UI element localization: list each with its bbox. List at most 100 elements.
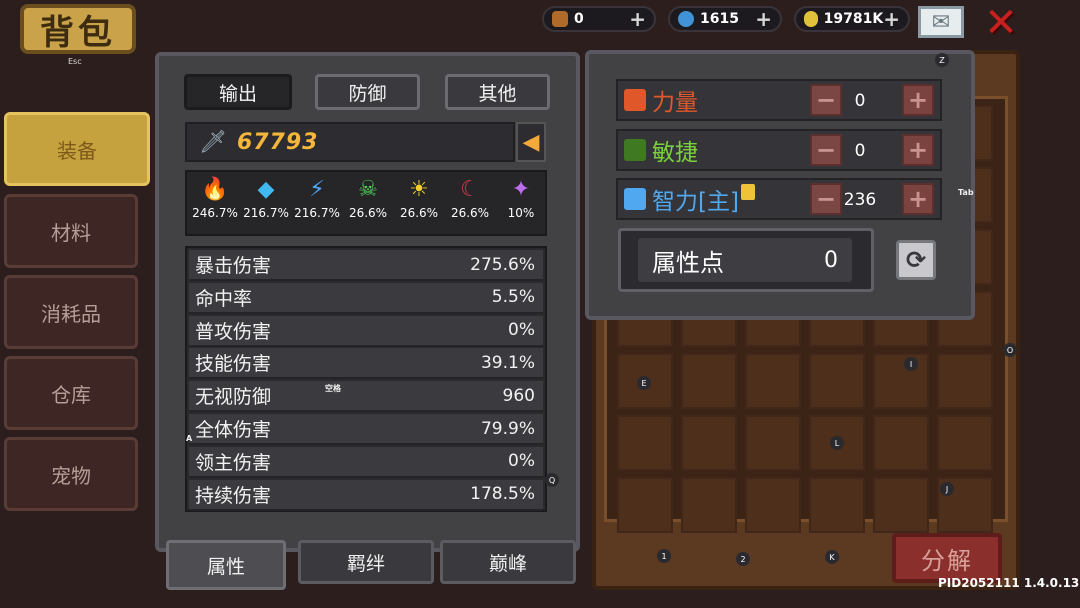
poison-icon: ☠ [358,177,378,202]
alloc-value-strength: 0 [854,91,866,111]
book-icon [624,188,646,210]
inventory-slot[interactable] [809,353,865,409]
food-icon [552,11,568,27]
element-stat-value: 26.6% [450,206,490,220]
agility-plus-button[interactable]: + [902,134,934,166]
intelligence-plus-button[interactable]: + [902,183,934,215]
tab-bonds[interactable]: 羁绊 [298,540,434,584]
add-food-button[interactable]: + [629,7,646,31]
refresh-icon: ⟳ [905,246,927,274]
sidebar-tab-warehouse[interactable]: 仓库 [4,356,138,430]
inventory-slot[interactable] [681,477,737,533]
currency-gold: 19781K + [794,6,910,32]
expand-power-button[interactable]: ◀ [516,122,546,162]
attribute-value: 178.5% [470,484,535,505]
inventory-slot[interactable] [681,353,737,409]
element-stat: 🔥 246.7% [190,176,240,234]
attribute-value: 0% [508,451,535,472]
sidebar-tab-materials[interactable]: 材料 [4,194,138,268]
gold-icon [804,11,818,27]
dark-icon: ☾ [460,177,480,202]
hint-1: 1 [657,549,671,563]
mail-button[interactable]: ✉ [918,6,964,38]
hint-e: E [637,376,651,390]
mail-icon: ✉ [931,9,951,35]
attribute-label: 暴击伤害 [195,255,272,277]
sidebar-tab-pets[interactable]: 宠物 [4,437,138,511]
inventory-slot[interactable] [937,353,993,409]
hint-a: A [186,434,193,443]
attribute-row: 无视防御 960 [189,381,543,413]
tab-peak[interactable]: 巅峰 [440,540,576,584]
sidebar-tab-equipment[interactable]: 装备 [4,112,150,186]
lightning-icon: ⚡ [309,177,325,202]
inventory-slot[interactable] [937,415,993,471]
attribute-label: 全体伤害 [195,419,272,441]
attribute-value: 79.9% [480,418,535,439]
currency-food-value: 0 [574,11,584,27]
version-label: PID2052111 1.4.0.13 [938,576,1080,590]
element-stat: ☀ 26.6% [394,176,444,234]
alloc-label-intelligence: 智力[主] [652,189,739,215]
inventory-slot[interactable] [873,477,929,533]
tab-other[interactable]: 其他 [445,74,550,110]
close-button[interactable]: ✕ [982,3,1020,43]
inventory-slot[interactable] [809,477,865,533]
inventory-slot[interactable] [617,477,673,533]
attribute-points-value: 0 [824,247,838,273]
agility-minus-button[interactable]: − [810,134,842,166]
arrow-left-icon: ◀ [522,129,540,155]
attribute-points-label: 属性点 [652,248,724,277]
attribute-row: 领主伤害 0% [189,446,543,478]
inventory-slot[interactable] [745,353,801,409]
attribute-value: 5.5% [491,287,535,308]
intelligence-minus-button[interactable]: − [810,183,842,215]
fist-icon [624,89,646,111]
attribute-label: 技能伤害 [195,353,272,376]
element-stat: ◆ 216.7% [241,176,291,234]
attribute-value: 0% [508,320,535,341]
tab-defense[interactable]: 防御 [315,74,420,110]
attribute-value: 275.6% [470,254,535,275]
element-stat-value: 216.7% [294,206,340,220]
currency-gem: 1615 + [668,6,782,32]
gem-icon [678,11,694,27]
add-gem-button[interactable]: + [755,7,772,31]
attribute-row: 全体伤害 79.9% [189,414,543,445]
bag-title: 背包 [20,4,136,54]
currency-gold-value: 19781K [823,11,884,27]
element-stat-value: 26.6% [399,206,439,220]
reset-points-button[interactable]: ⟳ [896,240,936,280]
inventory-slot[interactable] [617,415,673,471]
alloc-value-intelligence: 236 [843,190,877,210]
close-icon: ✕ [984,0,1018,46]
sidebar-tab-consumables[interactable]: 消耗品 [4,275,138,349]
esc-hint: Esc [68,57,82,66]
hint-q: Q [545,473,559,487]
inventory-slot[interactable] [873,353,929,409]
attribute-value: 960 [502,385,535,406]
add-gold-button[interactable]: + [883,7,900,31]
inventory-slot[interactable] [873,415,929,471]
alloc-label-agility: 敏捷 [652,140,698,166]
alloc-row-intelligence: 智力[主] − 236 + [616,178,942,220]
attribute-row: 命中率 5.5% [189,282,543,314]
attribute-row: 技能伤害 39.1% [189,348,543,380]
inventory-slot[interactable] [745,477,801,533]
fire-icon: 🔥 [201,177,229,202]
combat-power-value: 67793 [236,129,319,155]
inventory-slot[interactable] [745,415,801,471]
combat-power-bar: 🗡 67793 [185,122,515,162]
tab-output[interactable]: 输出 [184,74,292,110]
inventory-slot[interactable] [681,415,737,471]
hint-2: 2 [736,552,750,566]
strength-plus-button[interactable]: + [902,84,934,116]
alloc-row-agility: 敏捷 − 0 + [616,129,942,171]
tab-attributes[interactable]: 属性 [166,540,286,590]
attribute-value: 39.1% [480,352,535,373]
currency-gem-value: 1615 [700,11,739,27]
element-stat-value: 216.7% [243,206,289,220]
element-stat: ☾ 26.6% [445,176,495,234]
strength-minus-button[interactable]: − [810,84,842,116]
feather-icon [624,139,646,161]
